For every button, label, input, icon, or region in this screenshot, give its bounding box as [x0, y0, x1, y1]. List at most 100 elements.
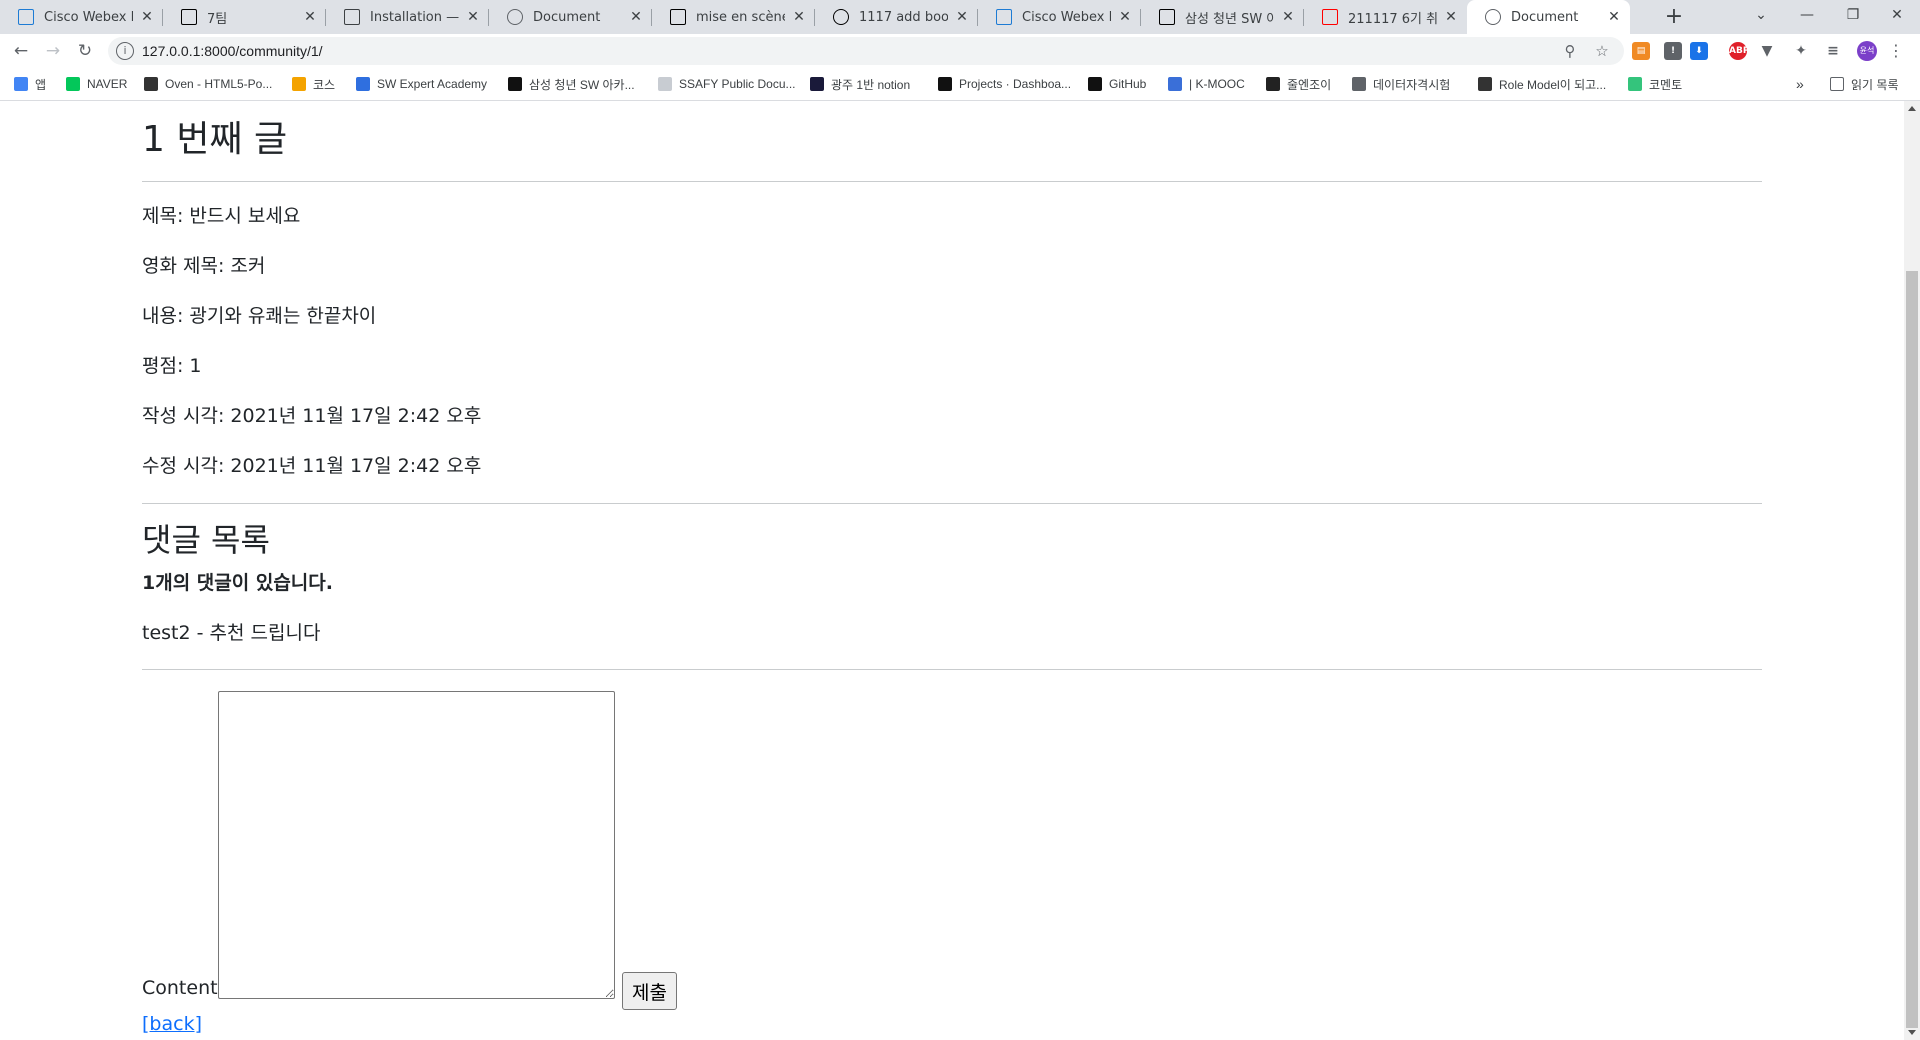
bookmark-item[interactable]: 줄엔조이 — [1266, 75, 1331, 93]
article-title: 제목: 반드시 보세요 — [142, 205, 301, 227]
bookmark-item[interactable]: | K-MOOC — [1168, 75, 1245, 93]
bookmark-item[interactable]: 코스 — [292, 75, 335, 93]
media-control-icon[interactable]: ≡ — [1824, 42, 1842, 60]
tab-title: Cisco Webex Mee — [1022, 9, 1111, 25]
bookmark-item[interactable]: Projects · Dashboa... — [938, 75, 1071, 93]
bookmark-item[interactable]: 삼성 청년 SW 아카... — [508, 75, 635, 93]
tab[interactable]: 삼성 청년 SW 아카 ✕ — [1141, 0, 1304, 34]
comment-textarea[interactable] — [218, 691, 615, 999]
bookmark-label: Role Model이 되고... — [1499, 77, 1607, 92]
tab-close-icon[interactable]: ✕ — [628, 9, 644, 25]
bookmark-label: 데이터자격시험 — [1373, 77, 1451, 92]
bookmark-item[interactable]: GitHub — [1088, 75, 1146, 93]
bookmark-item[interactable]: Role Model이 되고... — [1478, 75, 1606, 93]
bookmark-label: SSAFY Public Docu... — [679, 77, 796, 91]
back-link[interactable]: [back] — [142, 1013, 202, 1035]
extension-orange-icon[interactable]: ▤ — [1632, 42, 1650, 60]
tab-title: 7팀 — [207, 11, 228, 27]
divider-middle — [142, 503, 1762, 504]
tab-close-icon[interactable]: ✕ — [139, 9, 155, 25]
course-icon — [292, 77, 306, 91]
tab-close-icon[interactable]: ✕ — [1606, 9, 1622, 25]
extension-info-icon[interactable]: ! — [1664, 42, 1682, 60]
reading-list-button[interactable]: 읽기 목록 — [1830, 75, 1899, 93]
webex-icon — [996, 9, 1012, 25]
tab-close-icon[interactable]: ✕ — [791, 9, 807, 25]
bookmark-item[interactable]: 데이터자격시험 — [1352, 75, 1450, 93]
more-bookmarks-chevron-icon[interactable]: » — [1796, 75, 1804, 93]
download-icon[interactable]: ⬇ — [1690, 42, 1708, 60]
article-heading: 1 번째 글 — [142, 119, 288, 160]
bookmark-item[interactable]: SSAFY Public Docu... — [658, 75, 796, 93]
tab-close-icon[interactable]: ✕ — [1443, 9, 1459, 25]
tab-close-icon[interactable]: ✕ — [1280, 9, 1296, 25]
github-icon — [833, 9, 849, 25]
comento-icon — [1628, 77, 1642, 91]
restore-button[interactable]: ❐ — [1830, 0, 1876, 30]
tab-title: Document — [1511, 9, 1579, 25]
tab[interactable]: mise en scène ✕ — [652, 0, 815, 34]
doc-icon — [658, 77, 672, 91]
ssafy-icon — [508, 77, 522, 91]
new-tab-button[interactable]: + — [1660, 3, 1688, 31]
bookmark-star-icon[interactable]: ☆ — [1592, 41, 1612, 61]
reload-icon[interactable]: ↻ — [73, 39, 97, 63]
oven-icon — [144, 77, 158, 91]
scroll-down-arrow-icon[interactable] — [1908, 1030, 1916, 1035]
divider-bottom — [142, 669, 1762, 670]
bookmark-item[interactable]: 앱 — [14, 75, 46, 93]
tab[interactable]: 211117 6기 취업특 ✕ — [1304, 0, 1467, 34]
bookmark-item[interactable]: 광주 1반 notion — [810, 75, 910, 93]
site-info-icon[interactable]: i — [116, 42, 134, 60]
divider-top — [142, 181, 1762, 182]
scrollbar-thumb[interactable] — [1906, 271, 1918, 1028]
globe-icon — [1352, 77, 1366, 91]
bookmark-item[interactable]: Oven - HTML5-Po... — [144, 75, 272, 93]
article-content: 내용: 광기와 유쾌는 한끝차이 — [142, 305, 377, 327]
tab[interactable]: 1117 add bootstra ✕ — [815, 0, 978, 34]
tab[interactable]: Installation — dja ✕ — [326, 0, 489, 34]
tab-close-icon[interactable]: ✕ — [1117, 9, 1133, 25]
page-viewport: 1 번째 글 제목: 반드시 보세요 영화 제목: 조커 내용: 광기와 유쾌는… — [0, 101, 1904, 1040]
tab-search-icon[interactable]: ⌄ — [1738, 0, 1784, 30]
url-text[interactable]: 127.0.0.1:8000/community/1/ — [142, 43, 323, 59]
extensions-puzzle-icon[interactable]: ✦ — [1792, 42, 1810, 60]
minimize-button[interactable]: — — [1784, 0, 1830, 30]
tab-close-icon[interactable]: ✕ — [302, 9, 318, 25]
bookmark-item[interactable]: 코멘토 — [1628, 75, 1682, 93]
adblock-icon[interactable]: ABP — [1729, 42, 1749, 60]
forward-arrow-icon[interactable]: → — [41, 39, 65, 63]
tab-strip: Cisco Webex Mee✕7팀✕Installation — dja✕Do… — [0, 0, 1920, 34]
close-window-button[interactable]: ✕ — [1874, 0, 1920, 30]
tab[interactable]: Cisco Webex Mee ✕ — [0, 0, 163, 34]
tab-close-icon[interactable]: ✕ — [465, 9, 481, 25]
tab[interactable]: Cisco Webex Mee ✕ — [978, 0, 1141, 34]
bookmark-label: 광주 1반 notion — [831, 77, 911, 92]
zoom-icon[interactable]: ⚲ — [1560, 41, 1580, 61]
bookmark-label: | K-MOOC — [1189, 77, 1245, 91]
tab-title: Cisco Webex Mee — [44, 9, 133, 25]
bookmark-item[interactable]: NAVER — [66, 75, 127, 93]
ssafy-icon — [1159, 9, 1175, 25]
tab[interactable]: Document ✕ — [489, 0, 652, 34]
apps-grid-icon — [14, 77, 28, 91]
globe-icon — [507, 9, 523, 25]
comment-count: 1개의 댓글이 있습니다. — [142, 572, 333, 594]
kebab-menu-icon[interactable]: ⋮ — [1888, 40, 1904, 62]
vue-devtools-icon[interactable]: ▼ — [1758, 42, 1776, 60]
document-icon — [344, 9, 360, 25]
tab-active[interactable]: Document ✕ — [1467, 0, 1630, 34]
tab[interactable]: 7팀 ✕ — [163, 0, 326, 34]
profile-avatar[interactable]: 윤석 — [1857, 41, 1877, 61]
tab-close-icon[interactable]: ✕ — [954, 9, 970, 25]
bookmark-item[interactable]: SW Expert Academy — [356, 75, 487, 93]
tab-title: 211117 6기 취업특 — [1348, 11, 1437, 27]
address-bar[interactable]: i 127.0.0.1:8000/community/1/ ⚲ ☆ — [108, 37, 1624, 65]
tab-title: 1117 add bootstra — [859, 9, 948, 25]
back-arrow-icon[interactable]: ← — [9, 39, 33, 63]
vertical-scrollbar[interactable] — [1904, 101, 1920, 1040]
notion-icon — [181, 9, 197, 25]
bookmark-label: 코스 — [313, 77, 336, 92]
submit-button[interactable]: 제출 — [622, 972, 677, 1010]
scroll-up-arrow-icon[interactable] — [1908, 106, 1916, 111]
